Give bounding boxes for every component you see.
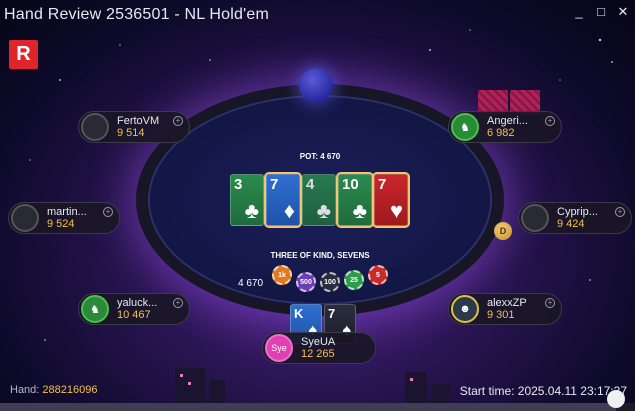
board-card: 7 ♦ xyxy=(266,174,300,226)
board-cards: 3 ♣ 7 ♦ 4 ♣ 10 ♣ 7 ♥ xyxy=(230,174,408,226)
player-seat-fertovm[interactable]: FertoVM 9 514 + xyxy=(78,111,190,143)
heart-icon: ♥ xyxy=(389,198,403,223)
player-stack: 9 424 xyxy=(557,218,585,230)
player-seat-martin[interactable]: martin... 9 524 + xyxy=(8,202,120,234)
hand-id: Hand: 288216096 xyxy=(10,384,97,396)
avatar: ☻ xyxy=(451,295,479,323)
club-icon: ♣ xyxy=(244,198,259,223)
player-name: Angeri... xyxy=(487,115,528,127)
title-bar: Hand Review 2536501 - NL Hold'em _ □ ✕ xyxy=(0,0,635,30)
player-name: alexxZP xyxy=(487,297,527,309)
player-seat-alexxzp[interactable]: ☻ alexxZP 9 301 + xyxy=(448,293,562,325)
avatar-initials: Sye xyxy=(271,343,287,353)
add-note-icon[interactable]: + xyxy=(173,116,183,126)
player-stack: 9 524 xyxy=(47,218,75,230)
replay-progress-track[interactable] xyxy=(0,403,635,411)
player-stack: 9 301 xyxy=(487,309,515,321)
mascot-icon: ♞ xyxy=(460,121,470,134)
add-note-icon[interactable]: + xyxy=(545,116,555,126)
window-title: Hand Review 2536501 - NL Hold'em xyxy=(4,6,270,23)
player-name: yaluck... xyxy=(117,297,158,309)
board-card: 10 ♣ xyxy=(338,174,372,226)
player-seat-cyprip[interactable]: Cyprip... 9 424 + xyxy=(518,202,632,234)
card-rank: 7 xyxy=(328,306,336,321)
player-seat-yaluck[interactable]: ♞ yaluck... 10 467 + xyxy=(78,293,190,325)
mascot-icon: ♞ xyxy=(90,303,100,316)
player-stack: 12 265 xyxy=(301,348,335,360)
replay-scrub-handle[interactable] xyxy=(606,390,625,408)
card-rank: 4 xyxy=(306,176,315,193)
chip-stack: 100 xyxy=(320,272,340,292)
avatar xyxy=(521,204,549,232)
city-skyline xyxy=(175,368,450,405)
add-note-icon[interactable]: + xyxy=(615,207,625,217)
hand-id-label: Hand: xyxy=(10,384,43,396)
avatar: Sye xyxy=(265,334,293,362)
avatar xyxy=(11,204,39,232)
chip-stack: 500 xyxy=(296,272,316,292)
maximize-icon[interactable]: □ xyxy=(595,5,607,18)
chip-stack: 25 xyxy=(344,270,364,290)
avatar: ♞ xyxy=(451,113,479,141)
diamond-icon: ♦ xyxy=(283,198,295,223)
chip-stack: 1k xyxy=(272,265,292,285)
pot-chip-amount: 4 670 xyxy=(238,278,264,289)
player-name: martin... xyxy=(47,206,87,218)
club-icon: ♣ xyxy=(352,198,367,223)
player-name: FertoVM xyxy=(117,115,160,127)
pot-label: POT: 4 670 xyxy=(299,152,341,161)
card-rank: 3 xyxy=(234,176,243,193)
player-name: Cyprip... xyxy=(557,206,598,218)
chip-stack: 5 xyxy=(368,265,388,285)
avatar xyxy=(81,113,109,141)
card-rank: K xyxy=(294,306,304,321)
player-stack: 9 514 xyxy=(117,127,145,139)
start-time: Start time: 2025.04.11 23:17:37 xyxy=(459,384,627,398)
add-note-icon[interactable]: + xyxy=(545,298,555,308)
player-stack: 10 467 xyxy=(117,309,151,321)
hand-result-label: THREE OF KIND, SEVENS xyxy=(270,251,370,260)
window-controls: _ □ ✕ xyxy=(573,5,629,18)
card-rank: 7 xyxy=(270,176,279,193)
table-center-puck xyxy=(299,68,333,102)
replay-progress-fill xyxy=(0,403,616,411)
minimize-icon[interactable]: _ xyxy=(573,5,585,18)
card-rank: 7 xyxy=(378,176,387,193)
avatar: ♞ xyxy=(81,295,109,323)
dealer-button: D xyxy=(494,222,512,240)
add-note-icon[interactable]: + xyxy=(173,298,183,308)
add-note-icon[interactable]: + xyxy=(103,207,113,217)
player-seat-angeri[interactable]: ♞ Angeri... 6 982 + xyxy=(448,111,562,143)
face-icon: ☻ xyxy=(459,303,471,315)
board-card: 3 ♣ xyxy=(230,174,264,226)
board-card: 7 ♥ xyxy=(374,174,408,226)
card-rank: 10 xyxy=(342,176,359,193)
club-icon: ♣ xyxy=(316,198,331,223)
brand-logo: R xyxy=(9,40,38,69)
player-name: SyeUA xyxy=(301,336,336,348)
board-card: 4 ♣ xyxy=(302,174,336,226)
player-stack: 6 982 xyxy=(487,127,515,139)
hand-id-value: 288216096 xyxy=(42,384,98,396)
close-icon[interactable]: ✕ xyxy=(617,5,629,18)
